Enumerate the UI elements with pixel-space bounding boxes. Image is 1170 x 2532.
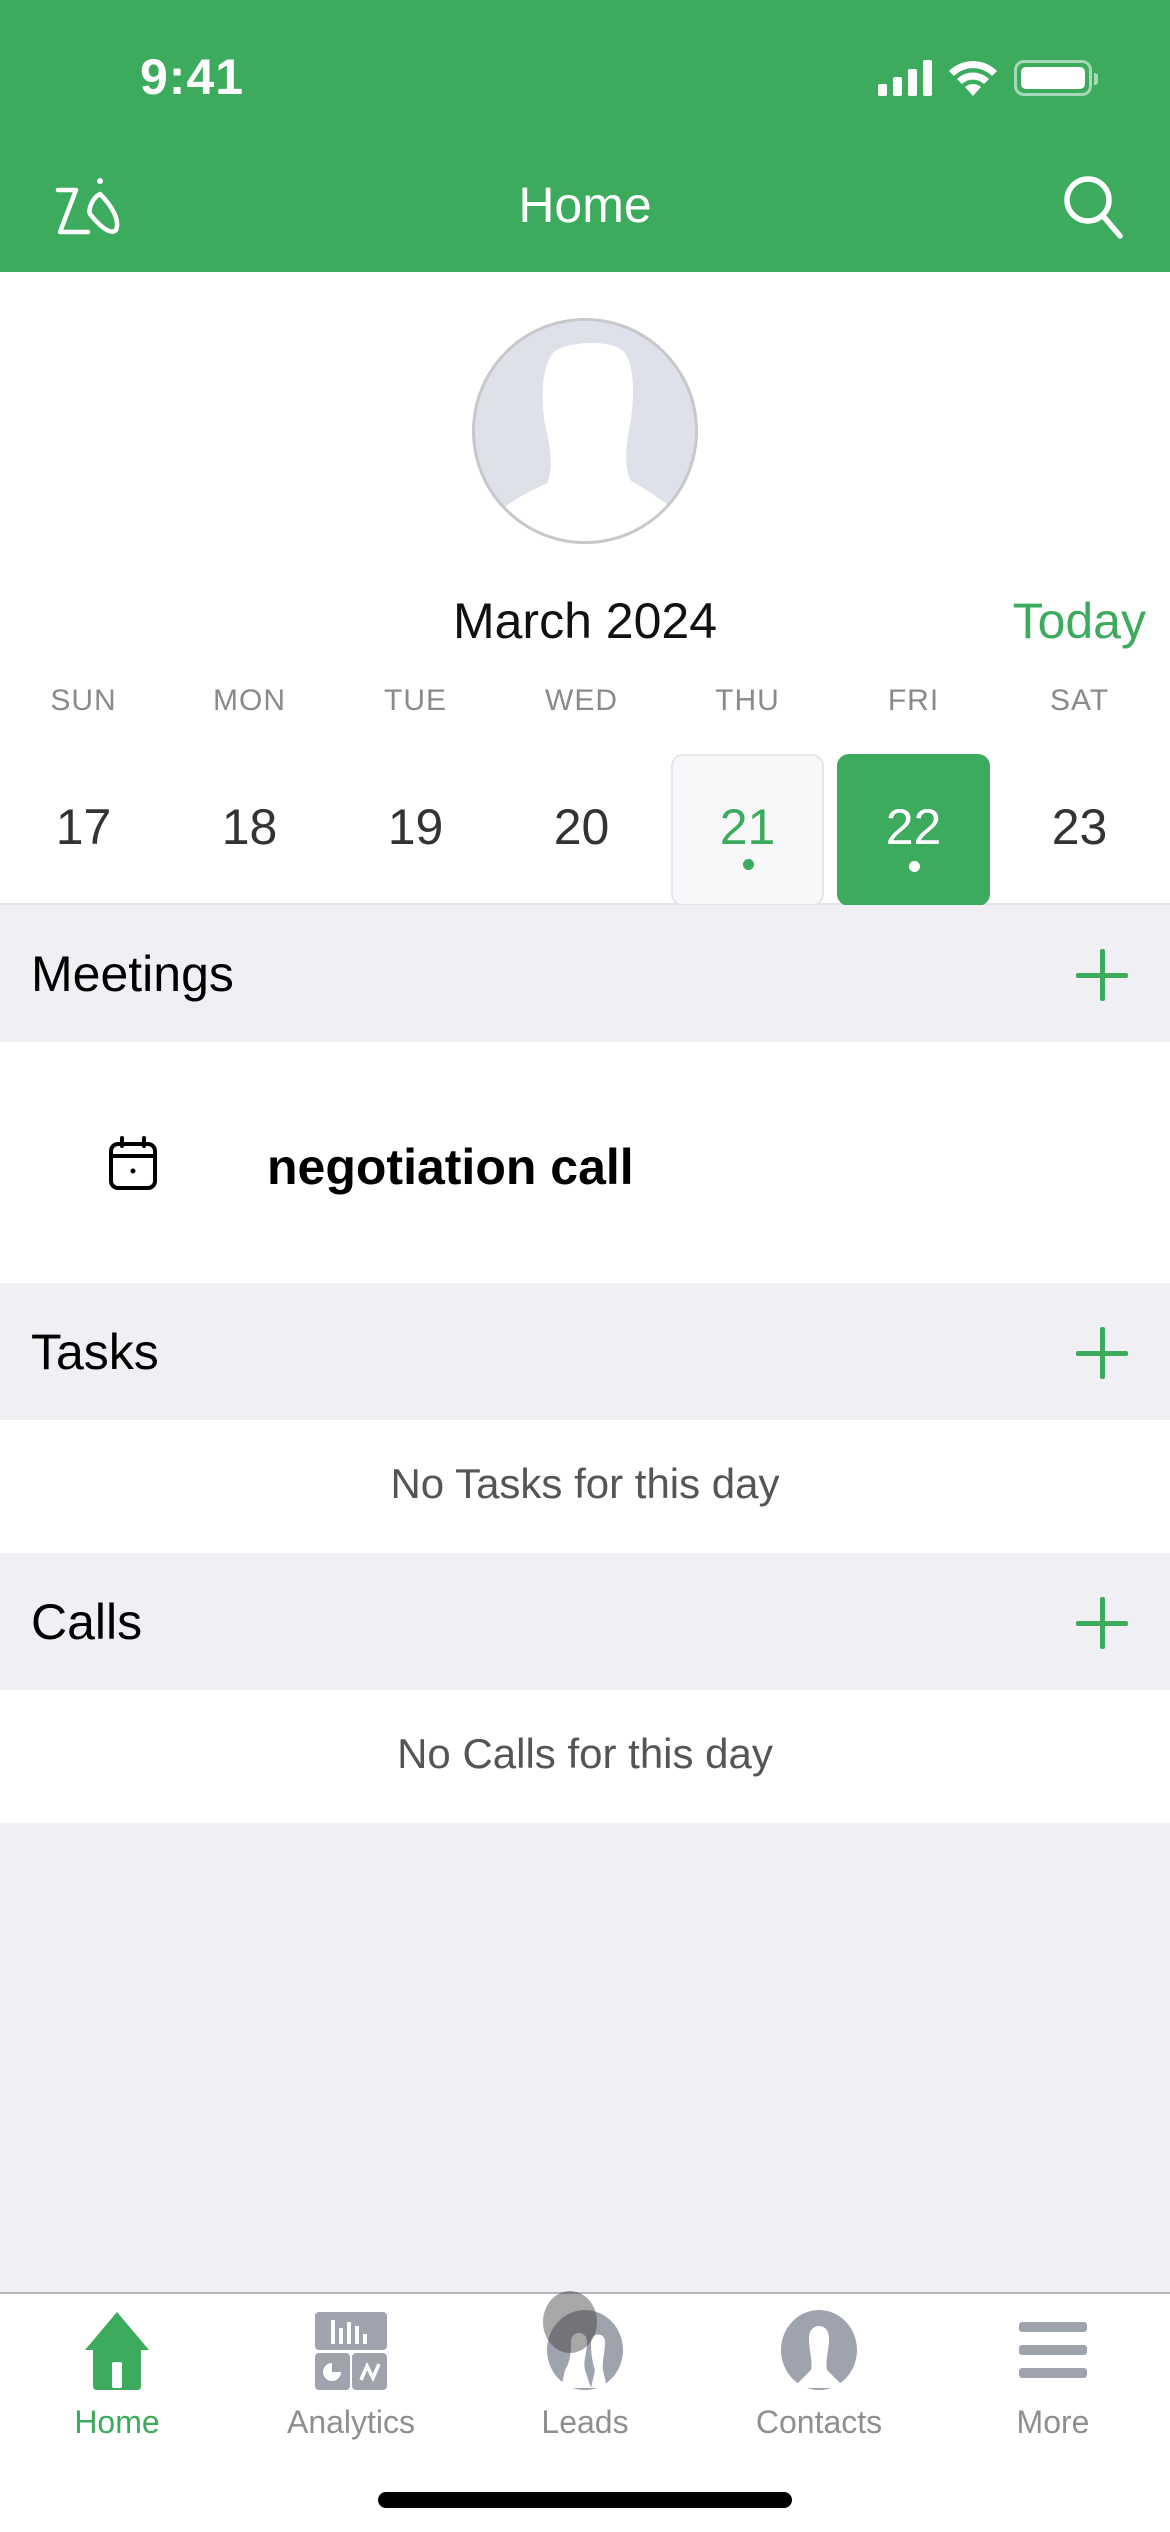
day-name: SAT (1049, 684, 1110, 717)
page-title: Home (518, 177, 652, 233)
status-icons (878, 58, 1098, 98)
default-avatar-icon[interactable] (472, 318, 698, 544)
section-title: Meetings (31, 946, 234, 1002)
day-tue[interactable]: TUE 19 (333, 684, 498, 906)
tab-label: Leads (541, 2404, 629, 2440)
calendar-card: March 2024 Today SUN 17 MON 18 TUE 19 WE… (0, 272, 1170, 906)
home-indicator[interactable] (378, 2492, 792, 2508)
day-name: SUN (50, 684, 117, 717)
meetings-section-header: Meetings (0, 905, 1170, 1042)
day-name: TUE (384, 684, 447, 717)
day-name: WED (545, 684, 618, 717)
tab-contacts[interactable]: Contacts (702, 2308, 936, 2441)
event-indicator-dot (742, 859, 754, 870)
meeting-list-item[interactable]: negotiation call (0, 1042, 1170, 1283)
day-date: 18 (221, 799, 278, 855)
day-name: FRI (887, 684, 940, 717)
month-label: March 2024 (452, 593, 718, 649)
add-call-button[interactable] (1076, 1597, 1128, 1649)
tab-analytics[interactable]: Analytics (234, 2308, 468, 2441)
battery-icon (1014, 60, 1098, 96)
calls-section-header: Calls (0, 1553, 1170, 1690)
day-wed[interactable]: WED 20 (499, 684, 664, 906)
tasks-section-header: Tasks (0, 1283, 1170, 1420)
contacts-icon (781, 2310, 857, 2390)
section-title: Calls (31, 1594, 143, 1650)
cellular-signal-icon (878, 60, 932, 96)
status-time: 9:41 (140, 49, 245, 105)
add-meeting-button[interactable] (1076, 949, 1128, 1001)
day-sat[interactable]: SAT 23 (997, 684, 1162, 906)
today-button[interactable]: Today (1013, 592, 1146, 650)
touch-indicator (543, 2291, 597, 2353)
day-date: 19 (387, 799, 444, 855)
add-task-button[interactable] (1076, 1327, 1128, 1379)
day-date-selected: 22 (837, 754, 990, 906)
tasks-empty-state: No Tasks for this day (0, 1420, 1170, 1553)
calls-empty-state: No Calls for this day (0, 1690, 1170, 1823)
analytics-icon (315, 2312, 387, 2390)
tab-more[interactable]: More (936, 2308, 1170, 2441)
meeting-title: negotiation call (267, 1139, 634, 1195)
section-title: Tasks (31, 1324, 159, 1380)
tab-label: Analytics (286, 2404, 416, 2440)
app-header: 9:41 Home (0, 0, 1170, 272)
day-sun[interactable]: SUN 17 (1, 684, 166, 906)
tab-label: More (1016, 2404, 1090, 2440)
wifi-icon (949, 61, 997, 96)
more-icon (1019, 2322, 1087, 2378)
day-date-today: 21 (671, 754, 824, 906)
day-date: 20 (553, 799, 610, 855)
day-mon[interactable]: MON 18 (167, 684, 332, 906)
week-strip: SUN 17 MON 18 TUE 19 WED 20 THU 21 FRI 2… (0, 684, 1170, 906)
tab-label: Home (74, 2404, 160, 2440)
calendar-icon (109, 1136, 157, 1190)
home-icon (85, 2312, 149, 2390)
event-indicator-dot (908, 861, 920, 872)
day-name: MON (213, 684, 286, 717)
day-thu[interactable]: THU 21 (665, 684, 830, 906)
day-name: THU (715, 684, 780, 717)
tab-label: Contacts (755, 2404, 883, 2440)
tab-home[interactable]: Home (0, 2308, 234, 2441)
search-icon[interactable] (1062, 174, 1126, 240)
day-date: 23 (1051, 799, 1108, 855)
day-fri[interactable]: FRI 22 (831, 684, 996, 906)
day-date: 17 (55, 799, 112, 855)
